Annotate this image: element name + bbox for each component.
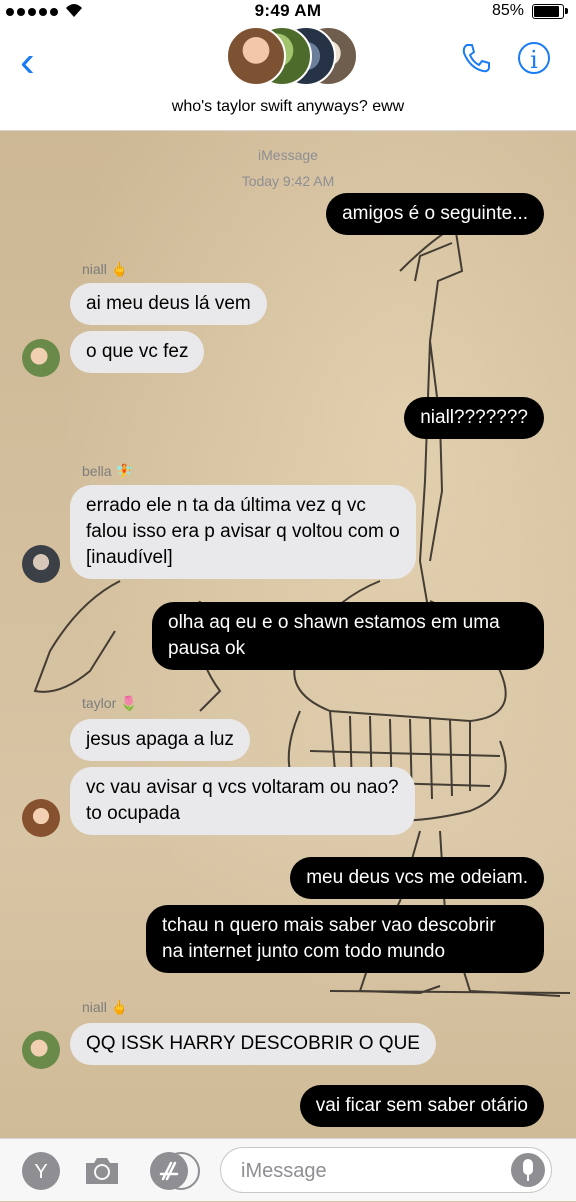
sender-name: niall 🖕 xyxy=(82,999,129,1015)
service-label: iMessage xyxy=(258,147,318,163)
camera-icon[interactable] xyxy=(82,1151,122,1191)
status-bar: 9:49 AM 85% xyxy=(0,0,576,24)
battery-percent: 85% xyxy=(491,2,524,19)
info-icon[interactable]: i xyxy=(518,42,550,74)
avatar[interactable] xyxy=(22,1031,60,1069)
message-bubble-received[interactable]: ai meu deus lá vem xyxy=(70,283,267,325)
sender-name: taylor 🌷 xyxy=(82,695,138,711)
message-bubble-sent[interactable]: amigos é o seguinte... xyxy=(326,193,544,235)
message-input[interactable]: iMessage xyxy=(220,1147,552,1193)
avatar xyxy=(226,26,286,86)
battery-icon xyxy=(532,4,568,19)
back-button[interactable]: ‹ xyxy=(20,40,35,84)
sender-name: bella 🧚 xyxy=(82,463,133,479)
message-bubble-sent[interactable]: vai ficar sem saber otário xyxy=(299,1085,544,1127)
status-time: 9:49 AM xyxy=(254,1,322,20)
message-bubble-received[interactable]: QQ ISSK HARRY DESCOBRIR O QUE xyxy=(70,1023,436,1065)
message-bubble-received[interactable]: errado ele n ta da última vez q vc falou… xyxy=(70,485,416,579)
apps-button[interactable]: Y xyxy=(22,1152,60,1190)
compose-bar: Y iMessage xyxy=(0,1138,576,1201)
avatar[interactable] xyxy=(22,799,60,837)
message-bubble-sent[interactable]: meu deus vcs me odeiam. xyxy=(290,857,544,899)
phone-icon[interactable] xyxy=(458,40,494,76)
message-bubble-received[interactable]: o que vc fez xyxy=(70,331,205,373)
microphone-icon[interactable] xyxy=(511,1153,545,1187)
avatar[interactable] xyxy=(22,339,60,377)
avatar[interactable] xyxy=(22,545,60,583)
group-name[interactable]: who's taylor swift anyways? eww xyxy=(0,98,576,116)
conversation-header: ‹ who's taylor swift anyways? eww i xyxy=(0,24,576,131)
app-store-icon[interactable] xyxy=(150,1152,188,1190)
message-bubble-sent[interactable]: olha aq eu e o shawn estamos em uma paus… xyxy=(152,602,544,670)
group-avatars[interactable] xyxy=(226,26,358,86)
message-input-placeholder: iMessage xyxy=(241,1160,327,1182)
message-bubble-sent[interactable]: tchau n quero mais saber vao descobrir n… xyxy=(146,905,544,973)
message-list[interactable]: iMessage Today 9:42 AM amigos é o seguin… xyxy=(0,131,576,1138)
sender-name: niall 🖕 xyxy=(82,261,129,277)
thread-timestamp: Today 9:42 AM xyxy=(241,173,335,189)
message-bubble-received[interactable]: vc vau avisar q vcs voltaram ou nao? to … xyxy=(70,767,415,835)
message-bubble-received[interactable]: jesus apaga a luz xyxy=(70,719,250,761)
message-bubble-sent[interactable]: niall??????? xyxy=(404,397,544,439)
